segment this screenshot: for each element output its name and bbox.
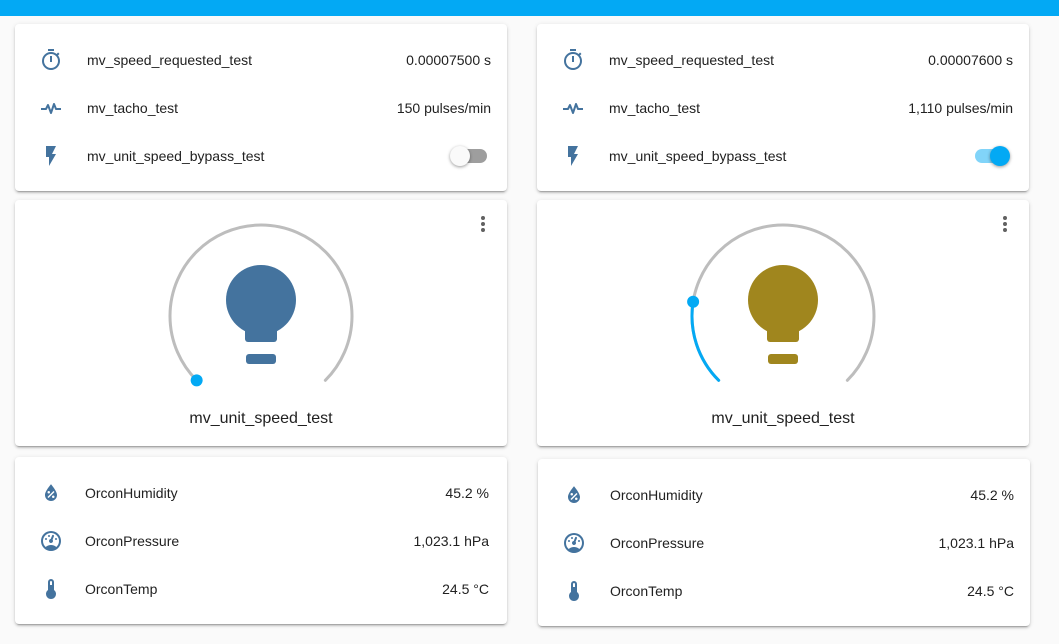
timer-icon: [39, 48, 63, 72]
entity-row-pressure[interactable]: OrconPressure 1,023.1 hPa: [538, 519, 1030, 567]
thermometer-icon: [562, 579, 586, 603]
entity-row-humidity[interactable]: OrconHumidity 45.2 %: [538, 471, 1030, 519]
toggle-knob: [990, 146, 1010, 166]
entity-value: 150 pulses/min: [396, 100, 491, 116]
thermometer-icon: [39, 577, 63, 601]
entity-name: OrconTemp: [85, 581, 158, 597]
entity-row-bypass: mv_unit_speed_bypass_test: [537, 132, 1029, 180]
entity-name: mv_speed_requested_test: [609, 52, 774, 68]
gauge-icon: [39, 529, 63, 553]
pulse-icon: [561, 96, 585, 120]
lightbulb-icon[interactable]: [226, 265, 296, 364]
entity-name: mv_unit_speed_bypass_test: [87, 148, 265, 164]
entity-value: 45.2 %: [445, 485, 489, 501]
sensor-entities-card: OrconHumidity 45.2 % OrconPressure 1,023…: [538, 459, 1030, 626]
bypass-toggle[interactable]: [973, 146, 1010, 166]
entity-row-speed-requested[interactable]: mv_speed_requested_test 0.00007500 s: [15, 36, 507, 84]
toggle-knob: [450, 146, 470, 166]
water-percent-icon: [39, 481, 63, 505]
gauge-icon: [562, 531, 586, 555]
entities-card: mv_speed_requested_test 0.00007500 s mv_…: [15, 24, 507, 191]
slider-handle[interactable]: [687, 295, 700, 308]
entity-value: 24.5 °C: [442, 581, 489, 597]
entity-row-tacho[interactable]: mv_tacho_test 1,110 pulses/min: [537, 84, 1029, 132]
entity-name: OrconPressure: [85, 533, 180, 549]
entity-name: mv_speed_requested_test: [87, 52, 252, 68]
entity-name: OrconPressure: [610, 535, 705, 551]
brightness-slider[interactable]: [537, 200, 1029, 400]
entities-card: mv_speed_requested_test 0.00007600 s mv_…: [537, 24, 1029, 191]
entity-value: 24.5 °C: [967, 583, 1014, 599]
entity-value: 1,110 pulses/min: [908, 100, 1013, 116]
entity-row-tacho[interactable]: mv_tacho_test 150 pulses/min: [15, 84, 507, 132]
entity-value: 45.2 %: [970, 487, 1014, 503]
entity-row-pressure[interactable]: OrconPressure 1,023.1 hPa: [15, 517, 507, 565]
lightbulb-icon[interactable]: [748, 265, 818, 364]
light-name: mv_unit_speed_test: [711, 410, 855, 427]
brightness-slider[interactable]: [15, 200, 507, 400]
entity-row-temperature[interactable]: OrconTemp 24.5 °C: [538, 567, 1030, 615]
flash-icon: [39, 144, 63, 168]
entity-row-humidity[interactable]: OrconHumidity 45.2 %: [15, 469, 507, 517]
entity-name: mv_unit_speed_bypass_test: [609, 148, 787, 164]
entity-row-bypass: mv_unit_speed_bypass_test: [15, 132, 507, 180]
slider-handle[interactable]: [190, 374, 203, 387]
entity-row-speed-requested[interactable]: mv_speed_requested_test 0.00007600 s: [537, 36, 1029, 84]
pulse-icon: [39, 96, 63, 120]
entity-value: 1,023.1 hPa: [413, 533, 489, 549]
entity-name: mv_tacho_test: [609, 100, 701, 116]
entity-name: OrconTemp: [610, 583, 683, 599]
entity-value: 0.00007500 s: [406, 52, 491, 68]
flash-icon: [561, 144, 585, 168]
water-percent-icon: [562, 483, 586, 507]
light-card: mv_unit_speed_test: [15, 200, 507, 446]
entity-value: 0.00007600 s: [928, 52, 1013, 68]
entity-name: OrconHumidity: [85, 485, 178, 501]
app-header-bar: [0, 0, 1059, 16]
entity-row-temperature[interactable]: OrconTemp 24.5 °C: [15, 565, 507, 613]
entity-name: mv_tacho_test: [87, 100, 179, 116]
light-card: mv_unit_speed_test: [537, 200, 1029, 446]
timer-icon: [561, 48, 585, 72]
entity-value: 1,023.1 hPa: [938, 535, 1014, 551]
sensor-entities-card: OrconHumidity 45.2 % OrconPressure 1,023…: [15, 457, 507, 624]
entity-name: OrconHumidity: [610, 487, 703, 503]
bypass-toggle[interactable]: [450, 146, 487, 166]
light-name: mv_unit_speed_test: [189, 410, 333, 427]
